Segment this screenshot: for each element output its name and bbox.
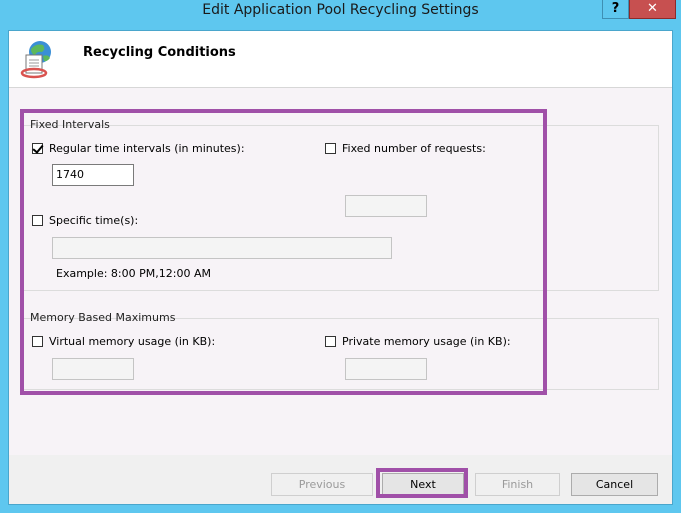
regular-time-option[interactable]: Regular time intervals (in minutes): [32, 142, 245, 155]
previous-button[interactable]: Previous [271, 473, 373, 496]
fixed-requests-option[interactable]: Fixed number of requests: [325, 142, 486, 155]
finish-button[interactable]: Finish [475, 473, 560, 496]
private-memory-option[interactable]: Private memory usage (in KB): [325, 335, 511, 348]
private-memory-label: Private memory usage (in KB): [342, 335, 511, 348]
private-memory-input[interactable] [345, 358, 427, 380]
virtual-memory-input[interactable] [52, 358, 134, 380]
next-button[interactable]: Next [382, 473, 464, 496]
content-area: Fixed Intervals Regular time intervals (… [9, 88, 672, 455]
regular-time-label: Regular time intervals (in minutes): [49, 142, 245, 155]
close-button[interactable]: ✕ [629, 0, 676, 19]
specific-time-label: Specific time(s): [49, 214, 139, 227]
regular-time-input[interactable]: 1740 [52, 164, 134, 186]
help-button[interactable]: ? [602, 0, 629, 19]
virtual-memory-label: Virtual memory usage (in KB): [49, 335, 216, 348]
recycle-globe-icon [20, 41, 51, 79]
dialog-client: Recycling Conditions Fixed Intervals Reg… [8, 30, 673, 505]
specific-time-option[interactable]: Specific time(s): [32, 214, 138, 227]
specific-time-example: Example: 8:00 PM,12:00 AM [56, 267, 211, 280]
fixed-requests-input[interactable] [345, 195, 427, 217]
regular-time-checkbox[interactable] [32, 143, 43, 154]
specific-time-input[interactable] [52, 237, 392, 259]
wizard-header: Recycling Conditions [9, 31, 672, 88]
fixed-requests-label: Fixed number of requests: [342, 142, 486, 155]
fixed-requests-checkbox[interactable] [325, 143, 336, 154]
virtual-memory-option[interactable]: Virtual memory usage (in KB): [32, 335, 215, 348]
cancel-button[interactable]: Cancel [571, 473, 658, 496]
virtual-memory-checkbox[interactable] [32, 336, 43, 347]
window-title: Edit Application Pool Recycling Settings [202, 2, 479, 18]
private-memory-checkbox[interactable] [325, 336, 336, 347]
page-title: Recycling Conditions [83, 45, 236, 60]
dialog-window: Edit Application Pool Recycling Settings… [0, 0, 681, 513]
specific-time-checkbox[interactable] [32, 215, 43, 226]
title-bar[interactable]: Edit Application Pool Recycling Settings… [0, 0, 681, 22]
fixed-intervals-label: Fixed Intervals [30, 118, 110, 131]
memory-maximums-label: Memory Based Maximums [30, 311, 176, 324]
